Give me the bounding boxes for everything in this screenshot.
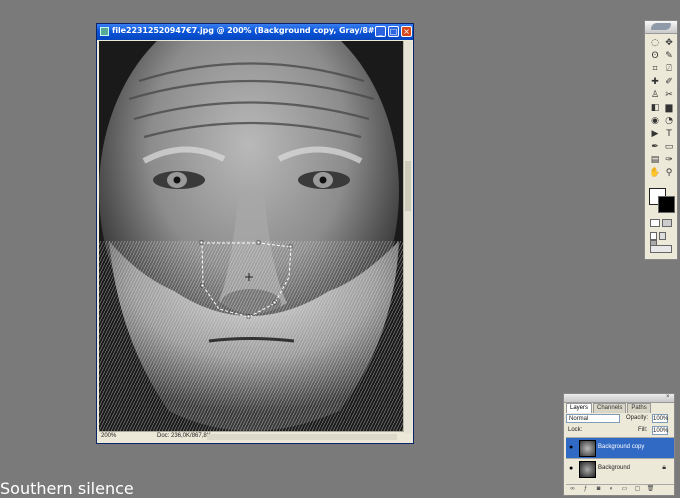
blur-icon[interactable]: ◉ (649, 115, 661, 127)
photoshop-doc-icon (100, 27, 109, 36)
horizontal-scrollbar[interactable] (207, 434, 397, 440)
healing-brush-icon[interactable]: ✚ (649, 76, 661, 88)
jump-row (650, 245, 674, 254)
document-title: file22312520947€7.jpg @ 200% (Background… (112, 26, 378, 35)
jump-to-imageready-icon[interactable] (650, 245, 672, 253)
scroll-thumb[interactable] (405, 161, 411, 211)
opacity-label: Opacity: (626, 415, 649, 421)
quick-mask-mode-icon[interactable] (662, 219, 672, 227)
shape-icon[interactable]: ▭ (663, 141, 675, 153)
video-subtitle: Southern silence (0, 479, 134, 498)
toolbox-header[interactable] (645, 21, 677, 34)
minimize-button[interactable]: _ (375, 26, 386, 37)
eye-icon[interactable]: ● (569, 465, 573, 472)
tab-paths[interactable]: Paths (627, 403, 651, 413)
path-select-icon[interactable]: ▶ (649, 128, 661, 140)
marquee-icon[interactable]: ◌ (649, 37, 661, 49)
new-layer-icon[interactable]: ▢ (633, 486, 642, 492)
fill-field[interactable]: 100% (652, 426, 668, 435)
magic-wand-icon[interactable]: ✎ (663, 50, 675, 62)
gradient-icon[interactable]: ▆ (663, 102, 675, 114)
lock-label: Lock: (568, 427, 583, 433)
screen-mode-row (650, 232, 674, 248)
add-mask-icon[interactable]: ◙ (594, 486, 603, 492)
close-button[interactable]: × (401, 26, 412, 37)
layer-row-background-copy[interactable]: ● Background copy (566, 437, 674, 458)
layers-palette: × Layers Channels Paths Normal Opacity: … (563, 393, 675, 496)
eraser-icon[interactable]: ◧ (649, 102, 661, 114)
move-icon[interactable]: ✥ (663, 37, 675, 49)
layer-thumbnail (579, 461, 596, 478)
palette-tabs: Layers Channels Paths (566, 403, 674, 413)
document-window[interactable]: file22312520947€7.jpg @ 200% (Background… (96, 23, 414, 444)
pen-icon[interactable]: ✒ (649, 141, 661, 153)
portrait-image (99, 41, 404, 433)
color-swatches (649, 188, 675, 213)
opacity-field[interactable]: 100% (652, 414, 668, 423)
image-canvas[interactable] (99, 41, 404, 433)
layer-row-background[interactable]: ● Background 🔒︎ (566, 458, 674, 479)
layer-style-icon[interactable]: ƒ (581, 486, 590, 492)
background-color-swatch[interactable] (658, 196, 675, 213)
notes-icon[interactable]: ▤ (649, 154, 661, 166)
blend-mode-select[interactable]: Normal (566, 414, 620, 423)
slice-icon[interactable]: ⍁ (663, 63, 675, 75)
document-titlebar[interactable]: file22312520947€7.jpg @ 200% (Background… (97, 24, 413, 40)
link-layers-icon[interactable]: ∞ (568, 486, 577, 492)
dodge-icon[interactable]: ◔ (663, 115, 675, 127)
history-brush-icon[interactable]: ✂ (663, 89, 675, 101)
layer-name: Background (598, 465, 631, 471)
palette-close-icon[interactable]: × (666, 394, 672, 400)
photoshop-feather-icon[interactable] (651, 23, 671, 30)
trash-icon[interactable]: 🗑︎ (646, 486, 655, 492)
blend-opacity-row: Normal Opacity: 100% (566, 414, 674, 424)
tool-grid: ◌ ✥ ʘ ✎ ⌗ ⍁ ✚ ✐ ♙ ✂ ◧ ▆ ◉ ◔ ▶ T ✒ ▭ ▤ ✑ ✋ ⚲ (648, 37, 676, 180)
eyedropper-icon[interactable]: ✑ (663, 154, 675, 166)
vertical-scrollbar[interactable] (403, 41, 412, 433)
new-group-icon[interactable]: ▭ (620, 486, 629, 492)
toolbox: ◌ ✥ ʘ ✎ ⌗ ⍁ ✚ ✐ ♙ ✂ ◧ ▆ ◉ ◔ ▶ T ✒ ▭ ▤ ✑ ✋ ⚲ (644, 20, 678, 260)
full-screen-menu-mode-icon[interactable] (659, 232, 666, 240)
document-statusbar: 200% Doc: 236,0K/867,8K (99, 431, 404, 442)
brush-icon[interactable]: ✐ (663, 76, 675, 88)
zoom-level[interactable]: 200% (101, 433, 116, 439)
zoom-icon[interactable]: ⚲ (663, 167, 675, 179)
standard-mode-icon[interactable] (650, 219, 660, 227)
layer-name: Background copy (598, 444, 645, 450)
layer-thumbnail (579, 440, 596, 457)
type-icon[interactable]: T (663, 128, 675, 140)
maximize-button[interactable]: □ (388, 26, 399, 37)
eye-icon[interactable]: ● (569, 444, 573, 451)
mask-mode-row (650, 219, 674, 228)
doc-size: Doc: 236,0K/867,8K (157, 433, 211, 439)
fill-label: Fill: (638, 427, 648, 433)
lock-fill-row: Lock: Fill: 100% (566, 426, 674, 436)
adjustment-layer-icon[interactable]: ◐ (607, 486, 616, 492)
crop-icon[interactable]: ⌗ (649, 63, 661, 75)
tab-layers[interactable]: Layers (566, 403, 593, 413)
hand-icon[interactable]: ✋ (649, 167, 661, 179)
palette-footer: ∞ ƒ ◙ ◐ ▭ ▢ 🗑︎ (566, 484, 674, 493)
standard-screen-mode-icon[interactable] (650, 232, 657, 240)
tab-channels[interactable]: Channels (593, 403, 627, 413)
clone-stamp-icon[interactable]: ♙ (649, 89, 661, 101)
layers-palette-header[interactable]: × (564, 394, 674, 403)
lock-icon: 🔒︎ (662, 464, 666, 471)
lasso-icon[interactable]: ʘ (649, 50, 661, 62)
